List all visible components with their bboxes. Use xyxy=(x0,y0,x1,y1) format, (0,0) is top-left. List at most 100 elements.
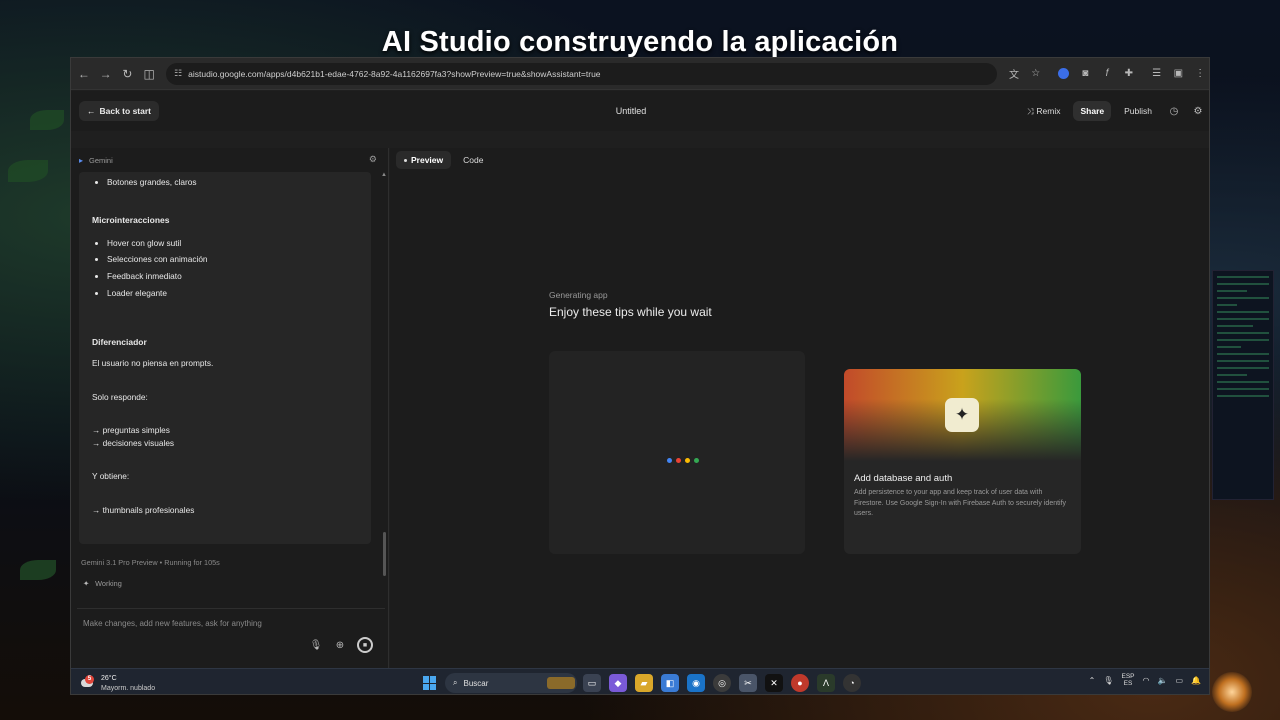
avatar-icon[interactable]: ▣ xyxy=(1167,63,1189,85)
extension-blue-icon[interactable] xyxy=(1053,63,1075,85)
split-view-icon[interactable]: ◫ xyxy=(138,63,160,85)
translate-icon[interactable]: 文 xyxy=(1003,63,1025,85)
dell-icon[interactable]: ◉ xyxy=(687,674,705,692)
list-item: Feedback inmediato xyxy=(107,268,358,285)
gemini-spark-icon: ▸ xyxy=(79,155,84,165)
address-bar[interactable]: ☷ aistudio.google.com/apps/d4b621b1-edae… xyxy=(166,62,998,85)
ai-app-icon[interactable]: Λ xyxy=(817,674,835,692)
search-highlight-image xyxy=(547,677,575,689)
tip-card[interactable]: ✦ Add database and auth Add persistence … xyxy=(844,369,1081,554)
taskbar: 5 26°C Mayorm. nublado ⌕ Buscar ▭ ◆ ▰ ◧ … xyxy=(71,668,1209,694)
paragraph: → preguntas simples xyxy=(92,425,170,436)
working-indicator: ✦ Working xyxy=(83,579,122,588)
chat-message: Botones grandes, claros Microinteraccion… xyxy=(79,172,371,544)
desktop-screen: ← → ↻ ◫ ☷ aistudio.google.com/apps/d4b62… xyxy=(70,57,1210,695)
star-icon[interactable]: ☆ xyxy=(1025,63,1047,85)
tab-preview[interactable]: Preview xyxy=(396,151,452,169)
weather-badge: 5 xyxy=(85,675,94,684)
composer-actions: 🎙 ⊕ ■ xyxy=(309,637,373,653)
windows-start-icon[interactable] xyxy=(423,676,437,690)
tip-card-title: Add database and auth xyxy=(854,473,953,484)
taskbar-search-label: Buscar xyxy=(463,678,489,688)
active-dot-icon xyxy=(404,158,407,162)
loading-dots xyxy=(667,458,699,463)
list-item: Botones grandes, claros xyxy=(107,174,358,191)
share-button[interactable]: Share xyxy=(1073,101,1112,121)
section-heading: Diferenciador xyxy=(92,337,147,348)
bullet-list: Botones grandes, claros xyxy=(92,174,358,191)
puzzle-icon[interactable]: ✚ xyxy=(1118,63,1140,85)
function-icon[interactable]: f xyxy=(1096,63,1118,85)
reload-icon[interactable]: ↻ xyxy=(117,63,139,85)
tab-code-label: Code xyxy=(463,155,484,165)
chrome-icon[interactable]: ◎ xyxy=(713,674,731,692)
screenshot-tool-icon[interactable]: ✂ xyxy=(739,674,757,692)
store-icon[interactable]: ◧ xyxy=(661,674,679,692)
model-status: Gemini 3.1 Pro Preview • Running for 105… xyxy=(81,558,220,567)
background-plant-leaf xyxy=(30,110,64,130)
language-indicator[interactable]: ESP ES xyxy=(1122,673,1135,687)
history-icon[interactable]: ◷ xyxy=(1165,102,1183,120)
paragraph: → decisiones visuales xyxy=(92,437,175,448)
publish-button[interactable]: Publish xyxy=(1117,101,1159,121)
playlist-icon[interactable]: ☰ xyxy=(1146,63,1168,85)
add-circle-icon[interactable]: ⊕ xyxy=(333,640,347,651)
task-view-icon[interactable]: ▭ xyxy=(583,674,601,692)
wifi-icon[interactable]: ◠ xyxy=(1143,676,1150,685)
generating-label: Generating app xyxy=(549,290,608,300)
obs-icon[interactable]: ◔ xyxy=(843,674,861,692)
more-icon[interactable]: ⋮ xyxy=(1189,63,1209,85)
remix-button[interactable]: ⤨ Remix xyxy=(1020,101,1068,121)
media-app-icon[interactable]: ● xyxy=(791,674,809,692)
paragraph: Y obtiene: xyxy=(92,471,130,482)
stop-generation-icon[interactable]: ■ xyxy=(357,637,373,653)
paragraph: → thumbnails profesionales xyxy=(92,504,195,515)
url-text: aistudio.google.com/apps/d4b621b1-edae-4… xyxy=(188,68,601,79)
loading-dot xyxy=(685,458,690,463)
language-bottom: ES xyxy=(1123,680,1133,687)
back-to-start-button[interactable]: ← Back to start xyxy=(79,101,159,121)
scroll-up-icon[interactable]: ▲ xyxy=(381,172,387,178)
camera-icon[interactable]: ◙ xyxy=(1074,63,1096,85)
header-actions: ⤨ Remix Share Publish ◷ ⚙ xyxy=(1020,91,1207,131)
scroll-thumb[interactable] xyxy=(383,532,386,576)
loading-card xyxy=(549,351,805,554)
weather-widget[interactable]: 5 26°C Mayorm. nublado xyxy=(81,673,191,694)
search-icon: ⌕ xyxy=(453,678,458,687)
back-arrow-icon[interactable]: ← xyxy=(73,63,95,85)
microphone-icon[interactable]: 🎙 xyxy=(309,640,323,651)
weather-cloud-icon: 5 xyxy=(81,675,97,689)
working-label: Working xyxy=(95,579,122,588)
chevron-up-icon[interactable]: ⌃ xyxy=(1089,676,1096,685)
app-header: ← Back to start Untitled ⤨ Remix Share P… xyxy=(71,91,1209,131)
chat-scrollbar[interactable]: ▲ xyxy=(381,172,387,576)
background-lamp xyxy=(1212,672,1252,712)
tab-code[interactable]: Code xyxy=(455,151,491,169)
panel-settings-icon[interactable]: ⚙ xyxy=(369,154,377,165)
list-item: Hover con glow sutil xyxy=(107,235,358,252)
taskbar-search[interactable]: ⌕ Buscar xyxy=(445,673,577,693)
background-plant-leaf xyxy=(8,160,48,182)
volume-icon[interactable]: 🔈 xyxy=(1158,676,1168,685)
prompt-input[interactable]: Make changes, add new features, ask for … xyxy=(83,619,363,633)
site-info-icon[interactable]: ☷ xyxy=(174,68,182,79)
copilot-icon[interactable]: ◆ xyxy=(609,674,627,692)
browser-toolbar: ← → ↻ ◫ ☷ aistudio.google.com/apps/d4b62… xyxy=(71,58,1209,90)
settings-gear-icon[interactable]: ⚙ xyxy=(1189,102,1207,120)
loading-dot xyxy=(667,458,672,463)
battery-icon[interactable]: ▭ xyxy=(1175,676,1183,685)
weather-temperature: 26°C xyxy=(101,675,117,682)
microphone-tray-icon[interactable]: 🎙 xyxy=(1103,676,1113,685)
system-tray: ⌃ 🎙 ESP ES ◠ 🔈 ▭ 🔔 xyxy=(1089,673,1201,687)
tips-title: Enjoy these tips while you wait xyxy=(549,305,712,319)
prompt-composer: Make changes, add new features, ask for … xyxy=(77,608,385,668)
arrow-left-icon: ← xyxy=(87,106,96,116)
notification-bell-icon[interactable]: 🔔 xyxy=(1191,676,1201,685)
forward-arrow-icon[interactable]: → xyxy=(95,63,117,85)
file-explorer-icon[interactable]: ▰ xyxy=(635,674,653,692)
taskbar-apps: ▭ ◆ ▰ ◧ ◉ ◎ ✂ ✕ ● Λ ◔ xyxy=(583,674,861,692)
tab-preview-label: Preview xyxy=(411,155,444,165)
capcut-icon[interactable]: ✕ xyxy=(765,674,783,692)
background-plant-leaf xyxy=(20,560,56,580)
loading-dot xyxy=(676,458,681,463)
